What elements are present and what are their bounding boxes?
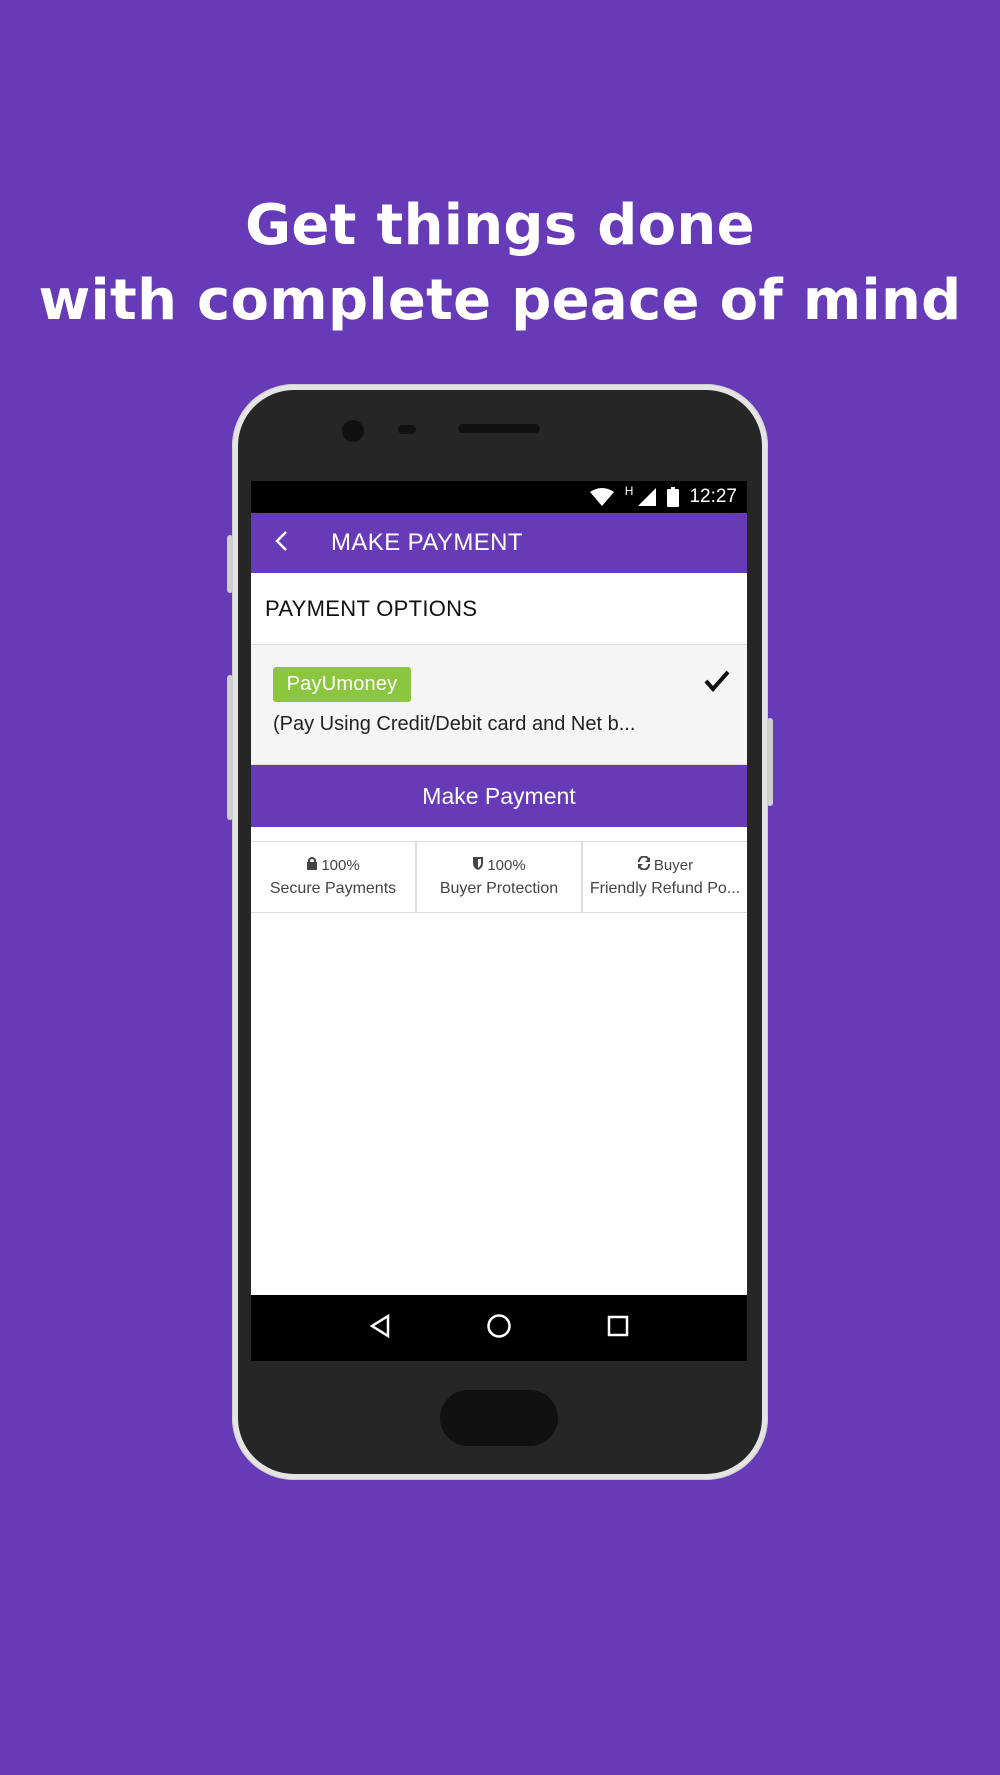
refresh-icon: [637, 855, 651, 874]
status-bar: H 12:27: [251, 481, 747, 513]
earpiece-speaker: [458, 424, 540, 433]
payment-option-description: (Pay Using Credit/Debit card and Net b..…: [273, 713, 636, 735]
phone-volume-up-button: [227, 535, 233, 593]
payu-payment-option[interactable]: PayUmoney (Pay Using Credit/Debit card a…: [251, 645, 747, 765]
payu-logo: PayUmoney: [273, 667, 411, 702]
refund-policy-badge: Buyer Friendly Refund Po...: [583, 842, 747, 912]
battery-icon: [667, 487, 680, 507]
check-icon: [703, 669, 731, 698]
chevron-left-icon: [274, 530, 288, 557]
phone-screen: H 12:27 MAKE PAYMENT PAYMENT OPTIONS Pay…: [251, 481, 747, 1361]
home-circle-icon: [486, 1313, 512, 1344]
secure-payments-badge: 100% Secure Payments: [251, 842, 417, 912]
nav-recents-button[interactable]: [598, 1308, 638, 1348]
nav-home-button[interactable]: [479, 1308, 519, 1348]
signal-icon: [637, 487, 657, 507]
phone-power-button: [767, 718, 773, 806]
android-nav-bar: [251, 1295, 747, 1361]
badge-top-text: 100%: [321, 856, 360, 874]
badge-bottom-text: Secure Payments: [269, 880, 397, 897]
page-title: MAKE PAYMENT: [331, 529, 523, 556]
headline-line-2: with complete peace of mind: [38, 268, 962, 333]
status-time: 12:27: [689, 486, 737, 507]
recents-square-icon: [607, 1315, 629, 1342]
badge-top-text: Buyer: [653, 856, 694, 874]
trust-badges: 100% Secure Payments 100% Buyer Protecti…: [251, 841, 747, 913]
nav-back-button[interactable]: [360, 1308, 400, 1348]
proximity-sensor: [398, 425, 416, 434]
lock-icon: [306, 856, 318, 874]
headline: Get things done with complete peace of m…: [0, 188, 1000, 338]
phone-volume-down-button: [227, 675, 233, 820]
back-button[interactable]: [251, 513, 311, 573]
home-hardware-button[interactable]: [440, 1390, 558, 1446]
wifi-icon: [589, 487, 615, 507]
badge-bottom-text: Buyer Protection: [439, 880, 559, 897]
badge-top-text: 100%: [487, 856, 526, 874]
headline-line-1: Get things done: [245, 193, 755, 258]
app-bar: MAKE PAYMENT: [251, 513, 747, 573]
make-payment-button[interactable]: Make Payment: [251, 765, 747, 827]
payment-options-heading: PAYMENT OPTIONS: [251, 573, 747, 645]
buyer-protection-badge: 100% Buyer Protection: [417, 842, 583, 912]
back-triangle-icon: [369, 1313, 391, 1343]
front-camera: [342, 420, 364, 442]
network-type-label: H: [624, 484, 634, 498]
shield-icon: [472, 856, 484, 874]
badge-bottom-text: Friendly Refund Po...: [589, 880, 741, 897]
